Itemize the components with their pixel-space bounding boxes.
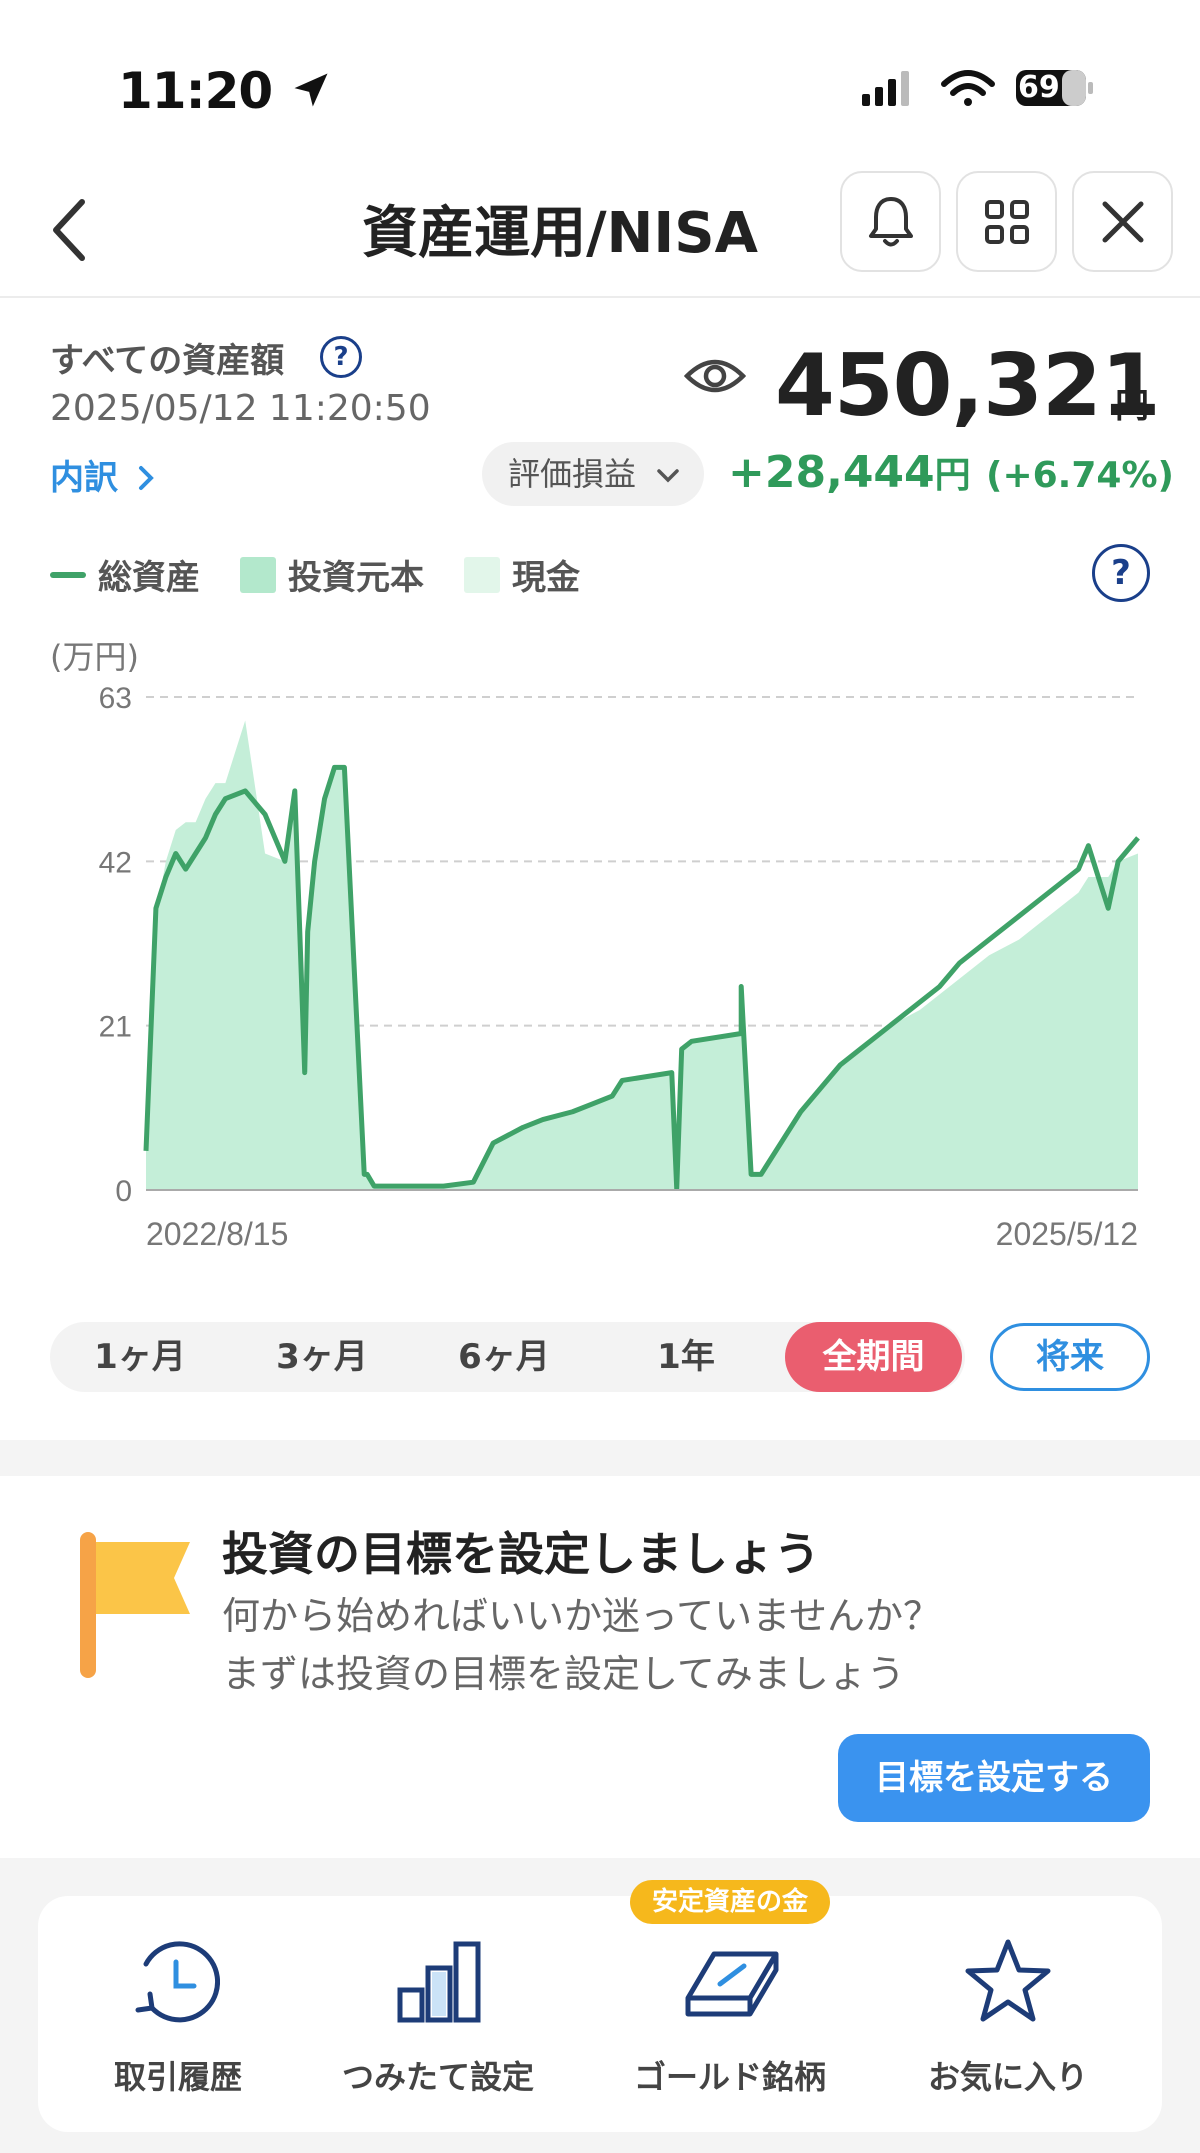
chart-legend: 総資産 投資元本 現金 — [50, 550, 580, 599]
location-arrow-icon — [294, 73, 328, 107]
total-currency: 円 — [1115, 386, 1149, 426]
bar-chart-icon — [397, 1941, 481, 2023]
breakdown-label: 内訳 — [50, 458, 118, 498]
set-goal-button[interactable]: 目標を設定する — [838, 1734, 1150, 1822]
goal-subtitle-1: 何から始めればいいか迷っていませんか？ — [222, 1594, 941, 1638]
legend-cash-label: 現金 — [512, 558, 580, 598]
gain-currency: 円 — [934, 455, 971, 496]
gold-badge: 安定資産の金 — [630, 1880, 830, 1924]
legend-cash-swatch — [464, 556, 500, 593]
notification-button[interactable] — [840, 171, 941, 272]
page-title: 資産運用/NISA — [362, 201, 758, 266]
y-tick-label: 42 — [99, 846, 132, 879]
status-time-text: 11:20 — [118, 62, 273, 120]
legend-total-swatch — [50, 571, 86, 578]
gain-amount: +28,444 — [728, 447, 935, 498]
y-tick-label: 63 — [99, 682, 132, 715]
chevron-down-icon — [657, 469, 679, 483]
section-separator — [0, 1440, 1200, 1476]
eye-icon[interactable] — [684, 352, 746, 400]
wifi-icon — [941, 70, 995, 106]
history-icon — [135, 1941, 220, 2023]
asset-chart: 63 42 21 0 2022/8/15 2025/5/12 — [99, 682, 1140, 1252]
legend-total-label: 総資産 — [98, 558, 200, 598]
grid-icon — [984, 199, 1029, 244]
x-end-label: 2025/5/12 — [996, 1216, 1138, 1252]
bell-icon — [868, 196, 913, 246]
x-start-label: 2022/8/15 — [146, 1216, 288, 1252]
tab-3-months[interactable]: 3ヶ月 — [232, 1322, 412, 1392]
goal-subtitle-2: まずは投資の目標を設定してみましょう — [222, 1652, 905, 1696]
shortcut-history-label: 取引履歴 — [113, 2058, 242, 2096]
status-icons — [862, 70, 1093, 106]
gain-percent: (+6.74%) — [986, 455, 1174, 496]
shortcut-favorites-label: お気に入り — [927, 2058, 1088, 2096]
tab-1-month[interactable]: 1ヶ月 — [50, 1322, 230, 1392]
chevron-right-icon — [138, 466, 154, 490]
breakdown-link[interactable]: 内訳 — [50, 450, 156, 499]
star-icon — [965, 1939, 1051, 2022]
pnl-selector[interactable]: 評価損益 — [482, 442, 704, 506]
legend-principal-label: 投資元本 — [288, 558, 424, 598]
pnl-selector-label: 評価損益 — [508, 455, 637, 493]
chart-help-icon[interactable]: ? — [1092, 544, 1150, 602]
signal-icon — [862, 71, 909, 106]
as-of-datetime: 2025/05/12 11:20:50 — [50, 388, 431, 429]
close-icon — [1102, 201, 1143, 242]
tab-1-year[interactable]: 1年 — [596, 1322, 776, 1392]
back-chevron-icon[interactable] — [44, 190, 94, 270]
battery-level: 69 — [1018, 70, 1060, 105]
header-divider — [0, 296, 1200, 298]
tab-all-period[interactable]: 全期間 — [785, 1322, 962, 1392]
goal-title: 投資の目標を設定しましょう — [222, 1527, 820, 1581]
shortcut-recurring-label: つみたて設定 — [341, 2058, 534, 2096]
help-icon[interactable]: ? — [320, 336, 362, 378]
shortcut-gold-label: ゴールド銘柄 — [633, 2058, 826, 2096]
y-tick-label: 0 — [115, 1175, 132, 1208]
legend-principal-swatch — [240, 556, 276, 593]
total-assets-value: 450,321 — [775, 336, 1161, 436]
tab-6-months[interactable]: 6ヶ月 — [414, 1322, 594, 1392]
future-button[interactable]: 将来 — [990, 1323, 1150, 1391]
flag-icon — [80, 1532, 190, 1678]
total-assets-label: すべての資産額 — [50, 341, 285, 381]
gold-bar-icon — [685, 1951, 779, 2017]
y-tick-label: 21 — [99, 1011, 132, 1044]
close-button[interactable] — [1072, 171, 1173, 272]
status-time: 11:20 — [118, 62, 333, 120]
gain-value: +28,444円 (+6.74%) — [728, 446, 1174, 498]
menu-grid-button[interactable] — [956, 171, 1057, 272]
